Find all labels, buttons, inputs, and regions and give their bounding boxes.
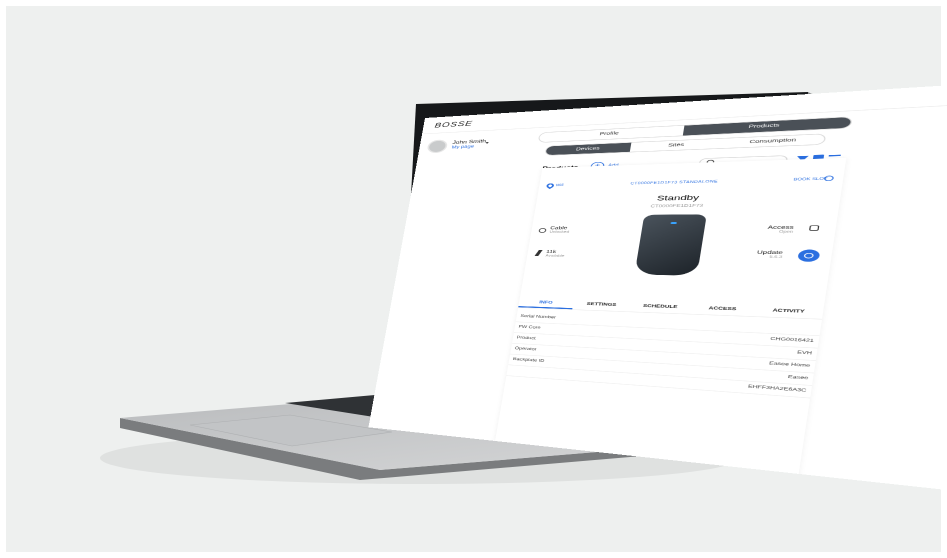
device-serial-link[interactable]: CT0000FE1D1F73 STANDALONE: [630, 180, 718, 186]
wifi-icon: [545, 182, 556, 190]
feature-update[interactable]: Update 5.6.3: [756, 251, 784, 260]
lightning-icon: [534, 249, 543, 256]
wifi-label: Wifi: [555, 183, 564, 188]
device-card: Wifi CT0000FE1D1F73 STANDALONE BOOK SLOT…: [494, 157, 847, 481]
row-value: EHFF3HA2E6A3C: [747, 384, 807, 394]
app-screen: BOSSE John Smith My page ▾ Profile Produ…: [368, 77, 947, 497]
avatar[interactable]: [426, 139, 449, 154]
tab-devices[interactable]: Devices: [545, 142, 632, 156]
feature-update-sub: 5.6.3: [769, 255, 783, 260]
tab-activity[interactable]: ACTIVITY: [754, 305, 824, 319]
row-key: FW Core: [518, 325, 541, 330]
user-profile[interactable]: John Smith My page ▾: [426, 137, 495, 157]
cable-icon: [538, 228, 547, 233]
chevron-down-icon[interactable]: ▾: [485, 141, 489, 145]
book-slot-link[interactable]: BOOK SLOT: [793, 177, 828, 182]
device-card-header: Wifi CT0000FE1D1F73 STANDALONE BOOK SLOT: [538, 173, 844, 193]
brand-logo[interactable]: BOSSE: [434, 119, 473, 129]
feature-access[interactable]: Access Open: [767, 225, 794, 234]
info-table: Serial Number FW Core CHG0016421 Product…: [506, 311, 822, 399]
tab-access[interactable]: ACCESS: [690, 303, 756, 316]
row-key: Backplate ID: [512, 357, 545, 364]
lock-icon[interactable]: [809, 225, 820, 231]
feature-power-sub: Available: [545, 254, 565, 259]
tab-products[interactable]: Products: [682, 117, 852, 136]
feature-access-sub: Open: [778, 230, 794, 235]
tab-settings[interactable]: SETTINGS: [572, 299, 631, 312]
tab-schedule[interactable]: SCHEDULE: [629, 301, 691, 314]
feature-power[interactable]: 11k Available: [545, 250, 565, 258]
update-button[interactable]: [797, 249, 821, 262]
row-key: Operator: [514, 346, 537, 352]
row-value: Easee: [787, 375, 809, 381]
tab-info[interactable]: INFO: [518, 297, 574, 310]
clock-icon[interactable]: [823, 175, 835, 182]
my-page-link[interactable]: My page: [451, 145, 474, 150]
feature-cable[interactable]: Cable Unlocked: [549, 226, 570, 234]
row-value: EVH: [796, 350, 813, 356]
charger-image: [634, 214, 707, 276]
tab-consumption[interactable]: Consumption: [722, 134, 824, 148]
feature-cable-sub: Unlocked: [549, 230, 570, 235]
row-key: Serial Number: [520, 314, 557, 320]
row-value: Easee Home: [768, 361, 811, 369]
row-value: CHG0016421: [770, 337, 815, 344]
row-key: Product: [516, 336, 536, 341]
tab-sites[interactable]: Sites: [630, 139, 724, 152]
